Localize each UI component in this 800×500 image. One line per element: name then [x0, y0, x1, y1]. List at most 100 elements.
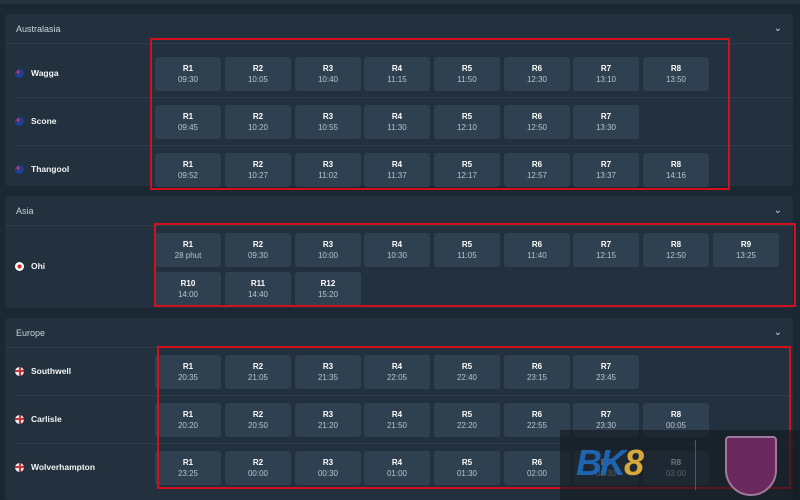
race-tile[interactable]: R7 23:45: [573, 355, 639, 389]
race-number: R4: [391, 410, 403, 419]
club-crest-logo: [725, 436, 777, 496]
race-tile[interactable]: R2 00:00: [225, 451, 291, 485]
race-tile[interactable]: R4 11:30: [364, 105, 430, 139]
race-number: R4: [391, 160, 403, 169]
venue-label[interactable]: Ohi: [15, 261, 45, 271]
race-tile[interactable]: R6 11:40: [504, 233, 570, 267]
race-tile[interactable]: R1 09:30: [155, 57, 221, 91]
race-tile[interactable]: R7 12:15: [573, 233, 639, 267]
race-tile[interactable]: R8 12:50: [643, 233, 709, 267]
race-tile[interactable]: R1 23:25: [155, 451, 221, 485]
section-header[interactable]: Australasia ⌄: [5, 14, 793, 44]
race-time: 13:37: [595, 171, 617, 180]
race-time: 10:20: [247, 123, 269, 132]
chevron-down-icon[interactable]: ⌄: [774, 23, 782, 34]
race-number: R4: [391, 362, 403, 371]
race-tile[interactable]: R2 21:05: [225, 355, 291, 389]
race-tile[interactable]: R3 10:40: [295, 57, 361, 91]
section-header[interactable]: Asia ⌄: [5, 196, 793, 226]
race-time: 11:02: [318, 171, 338, 180]
race-tile[interactable]: R5 12:17: [434, 153, 500, 187]
race-tile[interactable]: R4 10:30: [364, 233, 430, 267]
race-tile[interactable]: R3 10:00: [295, 233, 361, 267]
race-time: 10:55: [317, 123, 339, 132]
venue-name: Thangool: [31, 164, 70, 174]
race-number: R3: [322, 240, 334, 249]
race-tile[interactable]: R8 14:16: [643, 153, 709, 187]
race-tile[interactable]: R8 13:50: [643, 57, 709, 91]
race-number: R2: [252, 64, 264, 73]
race-tile[interactable]: R3 00:30: [295, 451, 361, 485]
race-tile[interactable]: R12 15:20: [295, 272, 361, 306]
race-tile[interactable]: R5 11:50: [434, 57, 500, 91]
venue-name: Scone: [31, 116, 57, 126]
race-number: R2: [252, 362, 264, 371]
race-tile[interactable]: R5 12:10: [434, 105, 500, 139]
race-number: R4: [391, 458, 403, 467]
race-time: 22:20: [456, 421, 478, 430]
section-header[interactable]: Europe ⌄: [5, 318, 793, 348]
race-tile[interactable]: R6 12:30: [504, 57, 570, 91]
race-tile[interactable]: R6 12:50: [504, 105, 570, 139]
venue-label[interactable]: Wolverhampton: [15, 462, 95, 472]
venue-row: Wagga R1 09:30 R2 10:05 R3 10:40 R4 11:15 R5 11:50…: [15, 50, 793, 98]
race-number: R6: [531, 160, 543, 169]
race-number: R6: [531, 410, 543, 419]
race-time: 09:30: [177, 75, 199, 84]
race-tile[interactable]: R1 09:52: [155, 153, 221, 187]
race-tile[interactable]: R5 22:40: [434, 355, 500, 389]
race-tile[interactable]: R1 09:45: [155, 105, 221, 139]
venue-label[interactable]: Southwell: [15, 366, 71, 376]
race-tile[interactable]: R4 11:37: [364, 153, 430, 187]
flag-icon: [15, 366, 24, 376]
race-tile[interactable]: R4 21:50: [364, 403, 430, 437]
chevron-down-icon[interactable]: ⌄: [774, 327, 782, 338]
chevron-down-icon[interactable]: ⌄: [774, 205, 782, 216]
race-time: 28 phut: [174, 251, 202, 260]
venue-label[interactable]: Scone: [15, 116, 57, 126]
watermark-overlay: BK8: [560, 430, 800, 500]
race-number: R5: [461, 362, 473, 371]
venue-label[interactable]: Thangool: [15, 164, 69, 174]
venue-name: Carlisle: [31, 414, 62, 424]
venue-label[interactable]: Wagga: [15, 68, 59, 78]
race-tile[interactable]: R1 20:35: [155, 355, 221, 389]
flag-icon: [15, 261, 24, 271]
race-tile[interactable]: R1 20:20: [155, 403, 221, 437]
race-tile[interactable]: R10 14:00: [155, 272, 221, 306]
race-tile[interactable]: R5 22:20: [434, 403, 500, 437]
race-tile[interactable]: R3 10:55: [295, 105, 361, 139]
race-tile[interactable]: R6 12:57: [504, 153, 570, 187]
race-tile[interactable]: R2 20:50: [225, 403, 291, 437]
race-tile[interactable]: R4 22:05: [364, 355, 430, 389]
race-tile[interactable]: R2 10:20: [225, 105, 291, 139]
race-tile[interactable]: R7 13:30: [573, 105, 639, 139]
race-tile[interactable]: R5 11:05: [434, 233, 500, 267]
race-time: 01:00: [386, 469, 408, 478]
race-number: R7: [600, 160, 612, 169]
race-tile[interactable]: R3 11:02: [295, 153, 361, 187]
race-tile[interactable]: R4 01:00: [364, 451, 430, 485]
divider: [695, 440, 696, 490]
race-time: 21:35: [317, 373, 339, 382]
race-time: 22:55: [526, 421, 548, 430]
race-tile[interactable]: R7 13:10: [573, 57, 639, 91]
venue-label[interactable]: Carlisle: [15, 414, 62, 424]
race-time: 21:05: [247, 373, 269, 382]
race-number: R3: [322, 458, 334, 467]
race-tile[interactable]: R5 01:30: [434, 451, 500, 485]
race-tile[interactable]: R4 11:15: [364, 57, 430, 91]
race-tile[interactable]: R2 09:30: [225, 233, 291, 267]
race-tile[interactable]: R2 10:27: [225, 153, 291, 187]
race-tile[interactable]: R9 13:25: [713, 233, 779, 267]
race-tile[interactable]: R3 21:35: [295, 355, 361, 389]
race-tile[interactable]: R7 13:37: [573, 153, 639, 187]
race-tile[interactable]: R3 21:20: [295, 403, 361, 437]
race-time: 09:30: [247, 251, 269, 260]
race-tile[interactable]: R11 14:40: [225, 272, 291, 306]
race-tile[interactable]: R6 23:15: [504, 355, 570, 389]
race-time: 15:20: [317, 290, 339, 299]
race-tile[interactable]: R1 28 phut: [155, 233, 221, 267]
race-tile[interactable]: R2 10:05: [225, 57, 291, 91]
flag-icon: [15, 462, 24, 472]
